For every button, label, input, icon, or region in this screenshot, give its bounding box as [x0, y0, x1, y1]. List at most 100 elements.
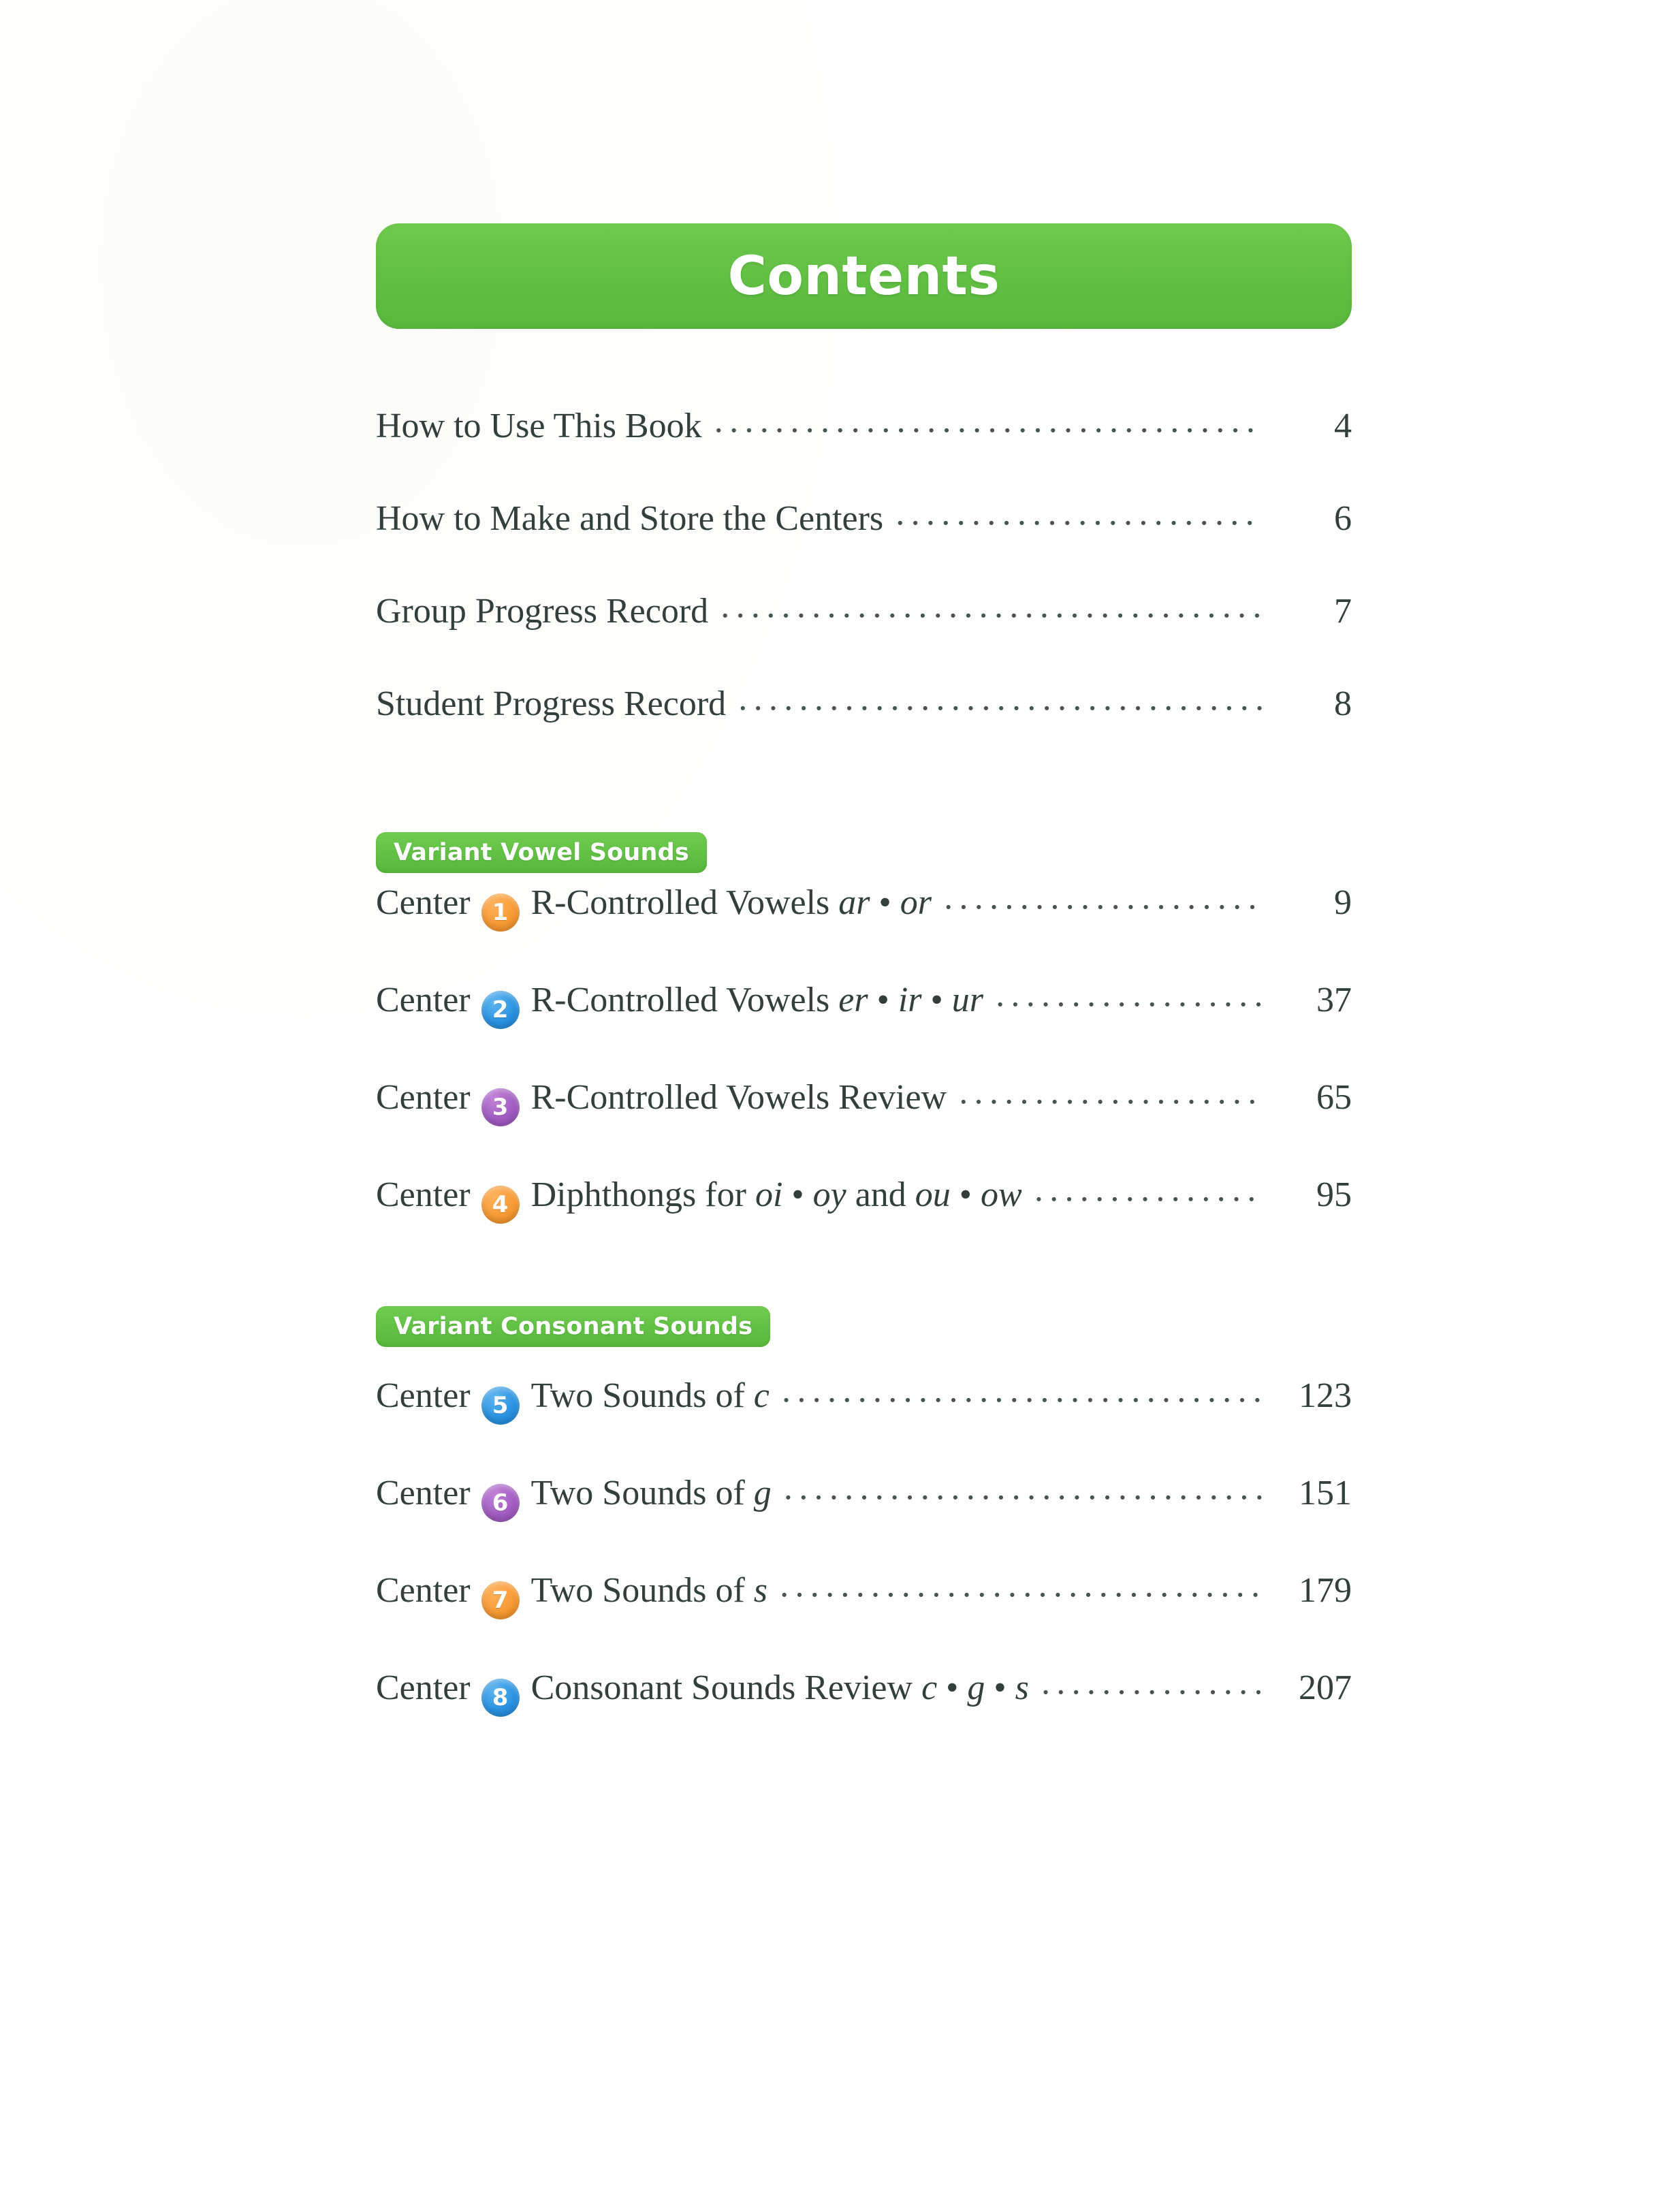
center-word: Center: [376, 1175, 471, 1214]
center-number-badge: 6: [481, 1484, 520, 1522]
title-text: Two Sounds of: [530, 1474, 754, 1512]
toc-entry-page-number: 9: [1334, 883, 1352, 922]
center-word: Center: [376, 1571, 471, 1610]
contents-banner: Contents: [376, 223, 1352, 329]
phoneme-italic: c: [753, 1376, 770, 1415]
title-text: R-Controlled Vowels Review: [530, 1078, 947, 1117]
center-word: Center: [376, 1078, 471, 1117]
toc-entry-label: Center 7 Two Sounds of s: [376, 1571, 767, 1619]
toc-entry-page-number: 6: [1334, 499, 1352, 538]
toc-entry-center[interactable]: Center 3 R-Controlled Vowels Review ·······…: [376, 1080, 1352, 1177]
phoneme-italic: g: [753, 1474, 772, 1512]
leader-dots: ········································…: [894, 517, 1262, 526]
phoneme-italic: s: [1015, 1668, 1029, 1707]
toc-entry-page-number: 7: [1334, 592, 1352, 631]
toc-entry-front-matter[interactable]: How to Make and Store the Centers ·······…: [376, 501, 1352, 594]
section-heading-label: Variant Consonant Sounds: [394, 1313, 753, 1340]
toc-entry-title: Two Sounds of g: [531, 1476, 772, 1511]
section-heading-row: Variant Vowel Sounds: [376, 779, 1352, 885]
phoneme-italic: ow: [981, 1175, 1022, 1214]
toc-entry-label: Center 5 Two Sounds of c: [376, 1376, 770, 1425]
leader-dots: ········································…: [957, 1096, 1262, 1105]
center-word: Center: [376, 1376, 471, 1415]
center-number-badge: 2: [481, 991, 520, 1029]
toc-entry-center[interactable]: Center 7 Two Sounds of s ··················…: [376, 1573, 1352, 1670]
phoneme-italic: c: [921, 1668, 938, 1707]
toc-entry-page-number: 207: [1299, 1668, 1352, 1707]
toc-entry-center[interactable]: Center 5 Two Sounds of c ··················…: [376, 1378, 1352, 1476]
leader-dots: ········································…: [713, 424, 1262, 434]
phoneme-italic: ir: [898, 981, 922, 1019]
toc-entry-label: Group Progress Record: [376, 592, 709, 631]
center-word: Center: [376, 1474, 471, 1512]
toc-entry-page-number: 65: [1316, 1078, 1352, 1117]
leader-dots: ········································…: [719, 609, 1262, 619]
toc-entry-center[interactable]: Center 1 R-Controlled Vowels ar • or ······…: [376, 885, 1352, 983]
center-number-badge: 3: [481, 1088, 520, 1126]
title-text: •: [985, 1668, 1015, 1707]
title-text: •: [782, 1175, 813, 1214]
leader-dots: ········································…: [780, 1394, 1262, 1404]
center-word: Center: [376, 1668, 471, 1707]
toc-entry-center[interactable]: Center 6 Two Sounds of g ··················…: [376, 1476, 1352, 1573]
title-text: R-Controlled Vowels: [530, 883, 839, 922]
center-number-badge: 1: [481, 893, 520, 932]
table-of-contents: How to Use This Book ····················…: [376, 409, 1352, 1768]
toc-entry-label: Center 1 R-Controlled Vowels ar • or: [376, 883, 932, 932]
center-word: Center: [376, 883, 471, 922]
toc-entry-front-matter[interactable]: How to Use This Book ····················…: [376, 409, 1352, 501]
toc-entry-label: Center 6 Two Sounds of g: [376, 1474, 772, 1522]
toc-entry-label: How to Use This Book: [376, 407, 702, 445]
section-banner: Variant Consonant Sounds: [376, 1306, 771, 1347]
center-word: Center: [376, 981, 471, 1019]
toc-entry-page-number: 151: [1299, 1474, 1352, 1512]
phoneme-italic: ur: [951, 981, 983, 1019]
leader-dots: ········································…: [737, 702, 1262, 712]
toc-entry-title: Two Sounds of c: [531, 1378, 770, 1414]
page-title: Contents: [727, 245, 1000, 307]
leader-dots: ········································…: [1033, 1193, 1262, 1203]
title-text: Consonant Sounds Review: [530, 1668, 922, 1707]
toc-entry-title: Two Sounds of s: [531, 1573, 767, 1608]
title-text: Two Sounds of: [530, 1376, 754, 1415]
toc-entry-title: Consonant Sounds Review c • g • s: [531, 1670, 1029, 1706]
title-text: •: [950, 1175, 981, 1214]
toc-entry-front-matter[interactable]: Group Progress Record ···················…: [376, 594, 1352, 686]
toc-entry-title: Diphthongs for oi • oy and ou • ow: [531, 1177, 1022, 1213]
title-text: •: [937, 1668, 968, 1707]
title-text: •: [870, 883, 900, 922]
leader-dots: ········································…: [942, 901, 1262, 910]
phoneme-italic: oy: [812, 1175, 846, 1214]
phoneme-italic: ou: [915, 1175, 951, 1214]
toc-entry-label: Center 8 Consonant Sounds Review c • g • s: [376, 1668, 1029, 1717]
toc-entry-page-number: 95: [1316, 1175, 1352, 1214]
toc-entry-center[interactable]: Center 2 R-Controlled Vowels er • ir • ur ·…: [376, 983, 1352, 1080]
center-number-badge: 8: [481, 1679, 520, 1717]
center-number-badge: 7: [481, 1581, 520, 1619]
toc-entry-center[interactable]: Center 8 Consonant Sounds Review c • g • s…: [376, 1670, 1352, 1768]
title-text: and: [846, 1175, 915, 1214]
toc-entry-label: Center 2 R-Controlled Vowels er • ir • ur: [376, 981, 983, 1029]
center-number-badge: 4: [481, 1186, 520, 1224]
toc-entry-label: Center 3 R-Controlled Vowels Review: [376, 1078, 947, 1126]
toc-entry-page-number: 179: [1299, 1571, 1352, 1610]
phoneme-italic: or: [900, 883, 932, 922]
title-text: •: [868, 981, 898, 1019]
phoneme-italic: g: [967, 1668, 985, 1707]
toc-entry-page-number: 123: [1299, 1376, 1352, 1415]
toc-entry-page-number: 8: [1334, 684, 1352, 723]
toc-entry-center[interactable]: Center 4 Diphthongs for oi • oy and ou • o…: [376, 1177, 1352, 1275]
phoneme-italic: s: [753, 1571, 768, 1610]
center-number-badge: 5: [481, 1386, 520, 1425]
toc-entry-label: How to Make and Store the Centers: [376, 499, 884, 538]
phoneme-italic: oi: [755, 1175, 783, 1214]
section-banner: Variant Vowel Sounds: [376, 832, 707, 873]
toc-entry-page-number: 37: [1316, 981, 1352, 1019]
toc-entry-page-number: 4: [1334, 407, 1352, 445]
toc-entry-front-matter[interactable]: Student Progress Record ·················…: [376, 686, 1352, 779]
phoneme-italic: er: [838, 981, 868, 1019]
section-heading-label: Variant Vowel Sounds: [394, 839, 689, 866]
leader-dots: ········································…: [778, 1589, 1262, 1598]
title-text: Diphthongs for: [530, 1175, 755, 1214]
toc-entry-label: Center 4 Diphthongs for oi • oy and ou • o…: [376, 1175, 1022, 1224]
